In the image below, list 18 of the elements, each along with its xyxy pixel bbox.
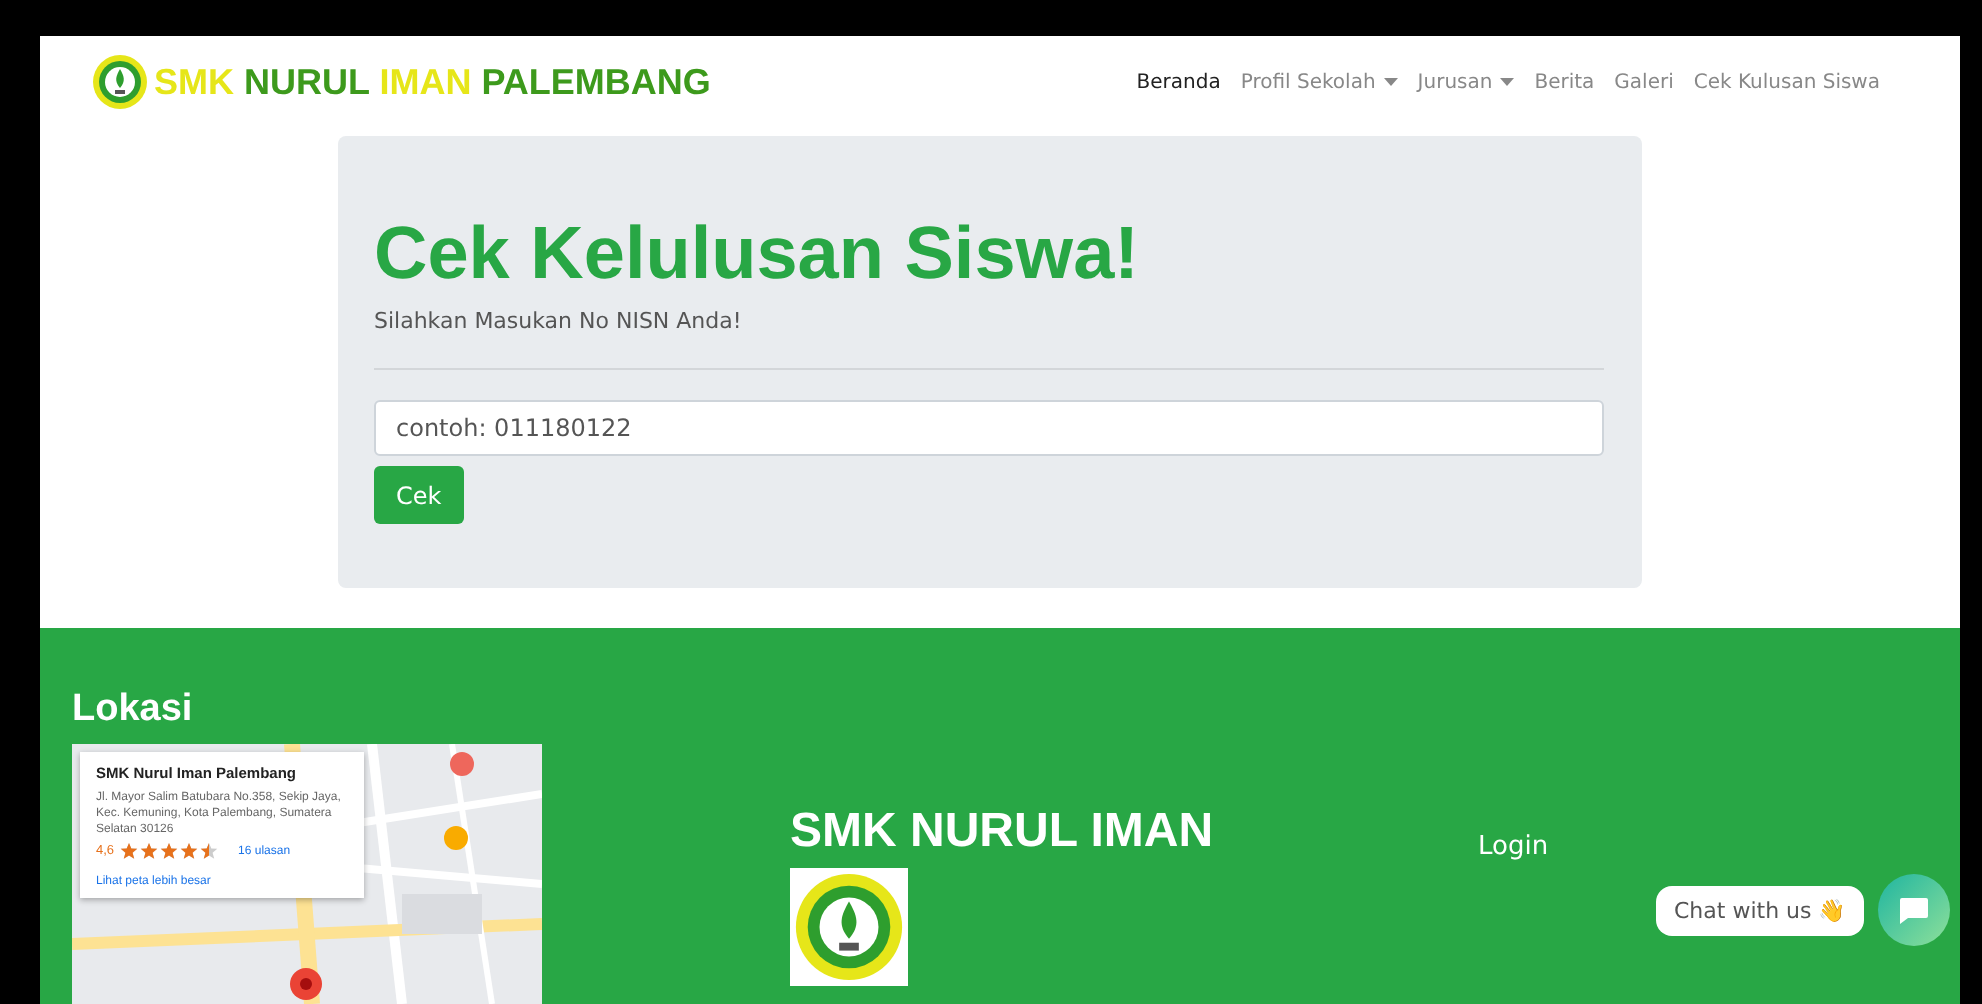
nav-link[interactable]: Profil Sekolah bbox=[1240, 71, 1398, 93]
login-link[interactable]: Login bbox=[1478, 832, 1549, 862]
check-button[interactable]: Cek bbox=[374, 466, 464, 524]
location-title: Lokasi bbox=[72, 688, 195, 732]
chat-bubble[interactable]: Chat with us 👋 bbox=[1656, 886, 1865, 936]
school-logo-icon bbox=[90, 52, 150, 112]
nav-link[interactable]: Jurusan bbox=[1417, 71, 1515, 93]
brand-name[interactable]: SMK NURUL IMAN PALEMBANG bbox=[154, 61, 711, 103]
nisn-input-field[interactable]: contoh: 011180122 bbox=[374, 400, 1604, 456]
hero-title: Cek Kelulusan Siswa! bbox=[374, 210, 1141, 298]
school-name: SMK NURUL IMAN bbox=[790, 804, 1216, 860]
school-emblem-icon bbox=[790, 868, 908, 986]
nav-link[interactable]: Cek Kulusan Siswa bbox=[1693, 71, 1880, 93]
nav-link[interactable]: Beranda bbox=[1136, 71, 1221, 93]
nav-link[interactable]: Berita bbox=[1534, 71, 1595, 93]
nav-link[interactable]: Galeri bbox=[1614, 71, 1674, 93]
hero-subtitle: Silahkan Masukan No NISN Anda! bbox=[374, 308, 744, 334]
chat-icon bbox=[1900, 897, 1928, 923]
